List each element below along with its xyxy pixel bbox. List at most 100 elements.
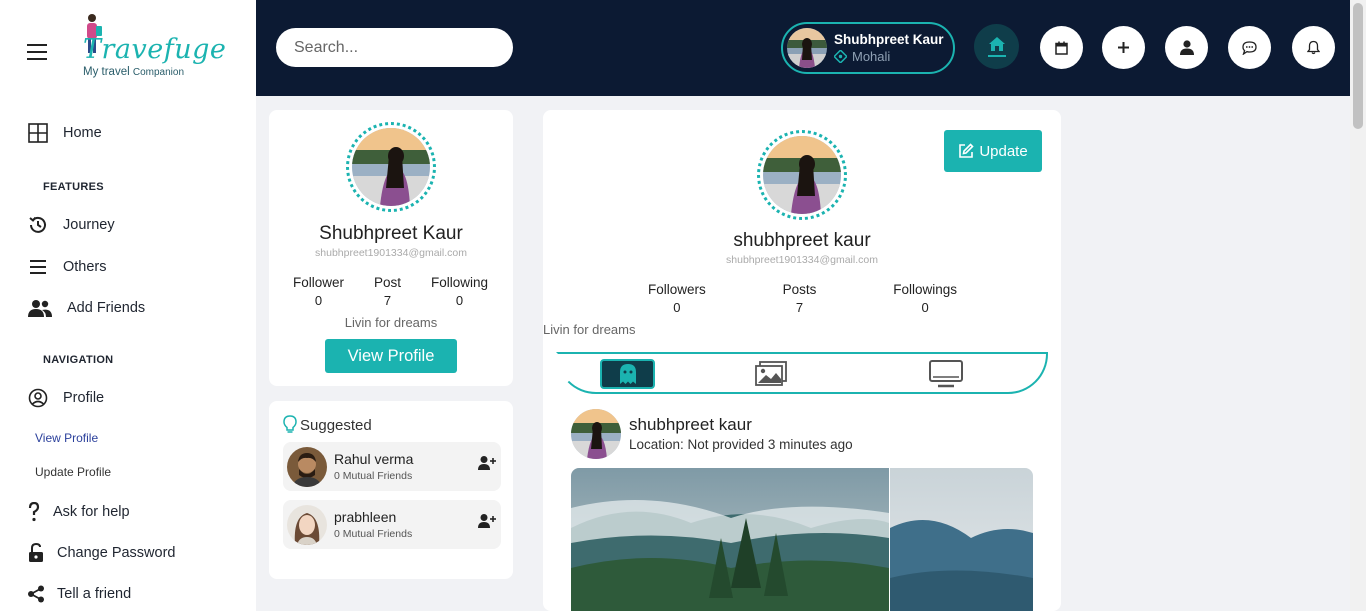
update-button-label: Update [979,142,1028,160]
sidebar-item-others[interactable]: Others [27,256,107,278]
list-item[interactable]: prabhleen 0 Mutual Friends [283,500,501,549]
mutual-friends: 0 Mutual Friends [334,528,413,540]
edit-icon [958,143,974,159]
features-heading: FEATURES [43,181,104,193]
sidebar-item-home[interactable]: Home [27,122,102,144]
logo[interactable]: Travefuge My travel Companion [80,12,226,92]
add-friend-icon[interactable] [478,455,496,473]
scrollbar-thumb[interactable] [1353,3,1363,129]
suggested-card: Suggested Rahul verma 0 Mutual Friends p… [269,401,513,579]
logo-title: Travefuge [83,34,227,65]
top-header: Shubhpreet Kaur Mohali [256,0,1350,96]
sidebar-item-label: Tell a friend [57,586,132,602]
followers-stat[interactable]: Followers 0 [648,282,706,315]
search-input[interactable] [276,28,513,67]
history-icon [27,214,49,236]
chip-location: Mohali [834,49,944,64]
stat-label: Following [430,275,488,290]
sidebar-item-profile[interactable]: Profile [27,387,104,409]
create-post-button[interactable] [1102,26,1145,69]
following-stat[interactable]: Following 0 [431,275,488,308]
avatar [287,505,327,545]
page-scrollbar[interactable] [1350,0,1366,611]
sidebar-item-tell-friend[interactable]: Tell a friend [27,583,131,605]
tab-videos[interactable] [928,359,964,389]
logo-subtitle-a: My travel [83,66,130,78]
calendar-icon [1055,41,1068,55]
sidebar-item-change-password[interactable]: Change Password [27,542,176,564]
post-stat[interactable]: Post 7 [374,275,401,308]
chip-location-text: Mohali [852,49,891,64]
hamburger-menu-icon[interactable] [27,44,47,60]
unlock-icon [27,542,45,564]
stat-label: Followings [893,282,957,297]
stat-value: 0 [314,293,323,308]
profile-bio: Livin for dreams [344,315,438,330]
post-meta: Location: Not provided 3 minutes ago [629,437,853,452]
follower-stat[interactable]: Follower 0 [293,275,344,308]
suggested-title: Suggested [283,415,372,435]
tab-posts[interactable] [600,359,655,389]
home-button[interactable] [974,24,1019,69]
profile-email: shubhpreet1901334@gmail.com [315,247,467,259]
avatar [287,447,327,487]
tab-photos[interactable] [753,359,789,389]
stat-label: Followers [648,282,706,297]
suggested-name[interactable]: prabhleen [334,509,396,525]
avatar[interactable] [571,409,621,459]
navigation-heading: NAVIGATION [43,354,114,366]
logo-subtitle: My travel Companion [83,66,184,78]
post-author[interactable]: shubhpreet kaur [629,415,752,435]
main-profile-bio: Livin for dreams [543,322,636,337]
sidebar-item-label: Profile [63,390,105,406]
suggested-title-text: Suggested [300,416,372,434]
content-tabs [556,352,1048,394]
posts-stat[interactable]: Posts 7 [783,282,817,315]
calendar-button[interactable] [1040,26,1083,69]
mutual-friends: 0 Mutual Friends [334,470,413,482]
share-icon [27,583,45,605]
user-icon [1179,40,1194,55]
stat-value: 0 [673,300,681,315]
suggested-name[interactable]: Rahul verma [334,451,413,467]
main-profile-card: Update shubhpreet kaur shubhpreet1901334… [543,110,1061,611]
sidebar-subitem-update-profile[interactable]: Update Profile [35,465,111,479]
profile-summary-card: Shubhpreet Kaur shubhpreet1901334@gmail.… [269,110,513,386]
main-profile-email: shubhpreet1901334@gmail.com [726,254,878,266]
followings-stat[interactable]: Followings 0 [893,282,957,315]
stat-value: 0 [921,300,929,315]
view-profile-button[interactable]: View Profile [325,339,457,373]
monitor-icon [929,360,963,388]
images-icon [755,361,787,387]
list-icon [27,256,49,278]
main-profile-name: shubhpreet kaur [733,230,871,251]
profile-name: Shubhpreet Kaur [319,223,463,244]
notifications-button[interactable] [1292,26,1335,69]
user-circle-icon [27,387,49,409]
sidebar-item-label: Ask for help [53,504,130,520]
update-button[interactable]: Update [944,130,1042,172]
messages-button[interactable] [1228,26,1271,69]
user-chip[interactable]: Shubhpreet Kaur Mohali [781,22,955,74]
grid-icon [27,122,49,144]
sidebar-item-ask-help[interactable]: Ask for help [27,501,130,523]
stat-value: 0 [455,293,464,308]
main-profile-stats: Followers 0 Posts 7 Followings 0 [648,282,957,315]
sidebar-item-journey[interactable]: Journey [27,214,115,236]
ghost-icon [619,363,637,385]
sidebar-item-label: Home [63,125,102,141]
add-friend-icon[interactable] [478,513,496,531]
logo-subtitle-b: Companion [132,67,185,78]
sidebar-item-label: Change Password [57,545,176,561]
post-image[interactable] [571,468,1033,611]
profile-button[interactable] [1165,26,1208,69]
list-item[interactable]: Rahul verma 0 Mutual Friends [283,442,501,491]
profile-photo [763,136,841,214]
sidebar-subitem-view-profile[interactable]: View Profile [35,431,98,445]
sidebar-item-add-friends[interactable]: Add Friends [27,297,145,319]
stat-label: Posts [782,282,817,297]
profile-photo [352,128,430,206]
avatar [787,28,827,68]
lightbulb-icon [283,415,297,435]
chat-icon [1242,40,1257,55]
